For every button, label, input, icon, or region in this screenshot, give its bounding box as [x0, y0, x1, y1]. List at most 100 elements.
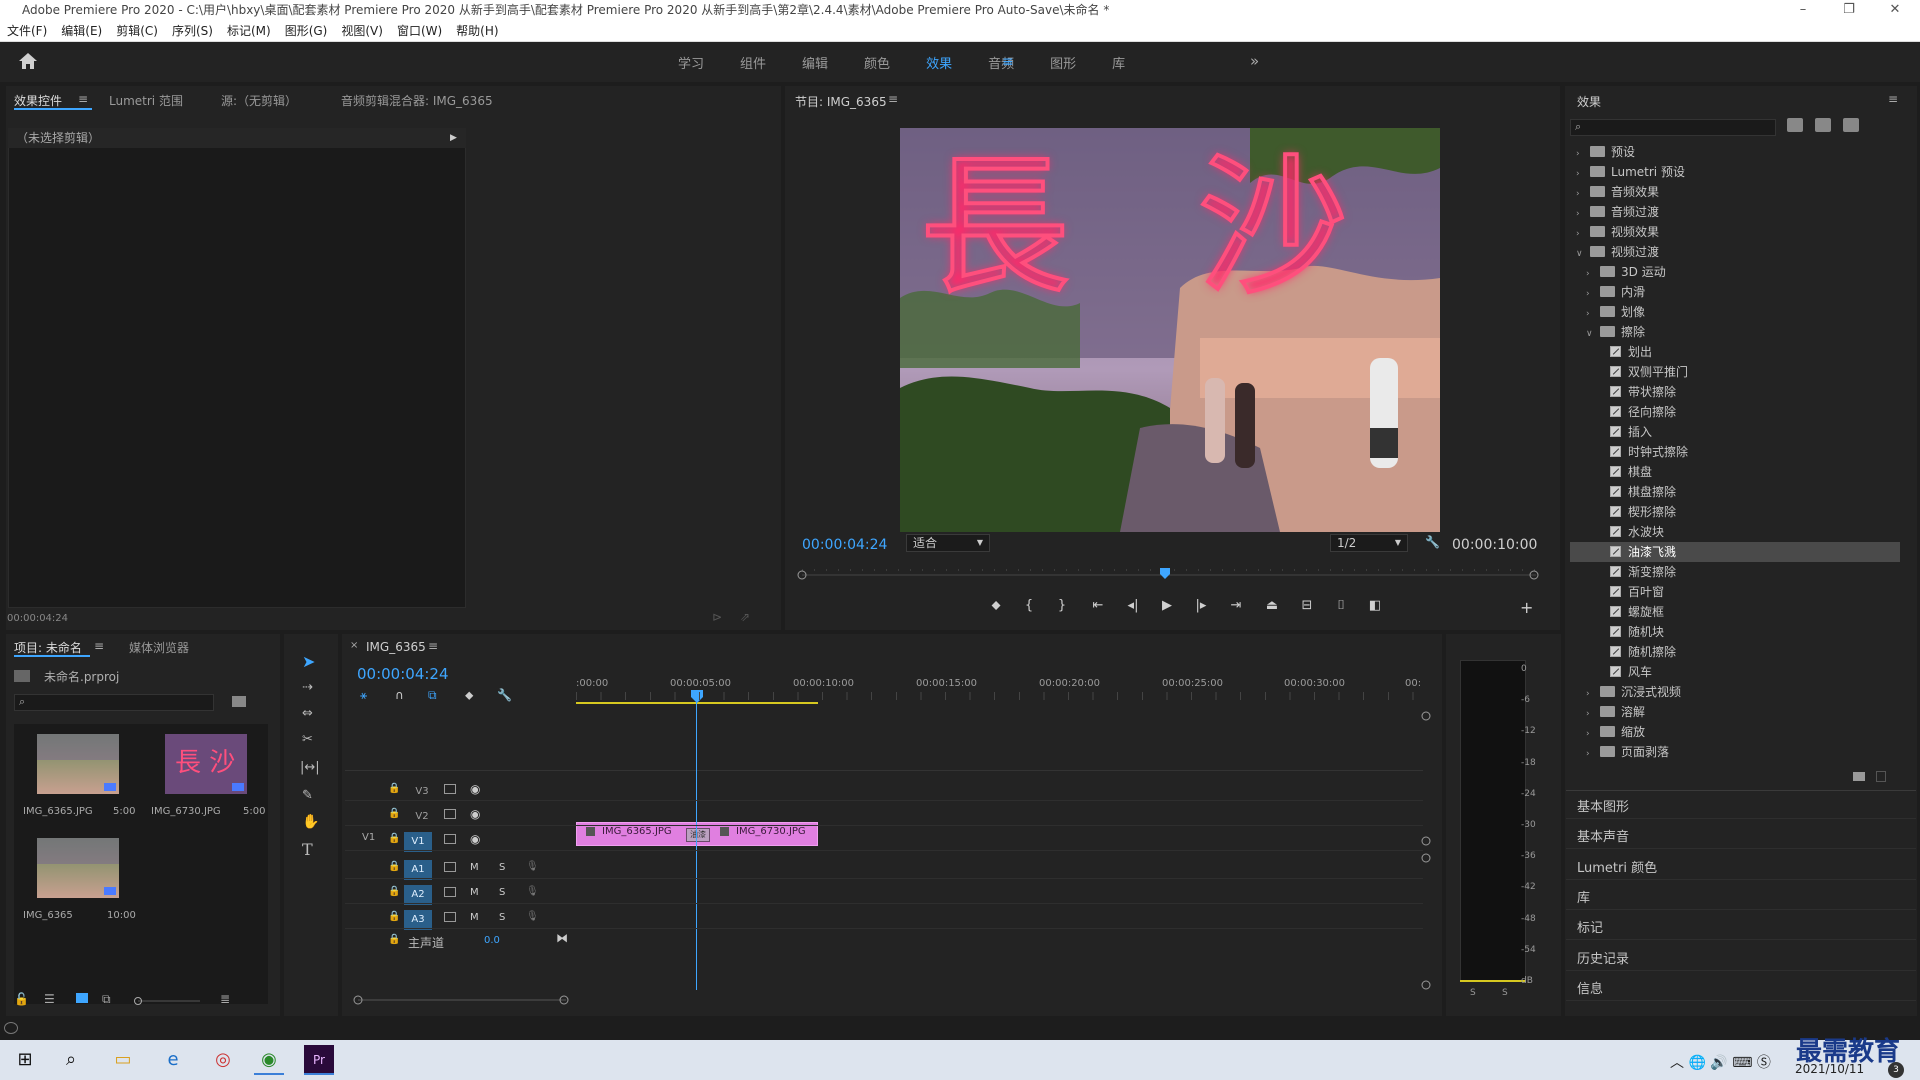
home-icon[interactable] — [18, 52, 38, 73]
type-tool-icon[interactable]: T — [302, 840, 313, 859]
workspace-tab[interactable]: 图形 — [1050, 53, 1076, 72]
tree-item[interactable]: › 预设 — [1570, 142, 1900, 162]
eye-icon[interactable]: ◉ — [470, 832, 480, 846]
project-menu-icon[interactable]: ≡ — [94, 639, 104, 653]
project-search-input[interactable]: ⌕ — [14, 694, 214, 711]
tab-effect-controls[interactable]: 效果控件 — [14, 92, 109, 109]
chevron-right-icon[interactable]: › — [1576, 164, 1586, 184]
timeline-timecode[interactable]: 00:00:04:24 — [357, 665, 449, 683]
clip-img-6365[interactable]: IMG_6365.JPG — [586, 826, 672, 837]
extract-icon[interactable]: ⊟ — [1290, 598, 1324, 613]
track-target[interactable]: A1 — [404, 860, 432, 880]
restore-icon[interactable]: ❐ — [1826, 0, 1872, 20]
menu-item[interactable]: 文件(F) — [7, 22, 47, 39]
tree-item[interactable]: › 页面剥落 — [1570, 742, 1900, 762]
tree-item[interactable]: ∨ 视频过渡 — [1570, 242, 1900, 262]
linked-selection-icon[interactable]: ⧉ — [428, 688, 437, 703]
program-menu-icon[interactable]: ≡ — [888, 92, 898, 106]
play-icon[interactable]: ▶ — [1150, 598, 1184, 613]
32bit-effects-icon[interactable] — [1815, 118, 1831, 132]
tree-item[interactable]: 时钟式擦除 — [1570, 442, 1900, 462]
file-explorer-icon[interactable]: ▭ — [108, 1045, 138, 1075]
tree-item[interactable]: ∨ 擦除 — [1570, 322, 1900, 342]
selection-tool-icon[interactable]: ➤ — [302, 652, 315, 671]
track-target[interactable]: V2 — [408, 807, 436, 827]
lock-icon[interactable]: 🔓 — [14, 992, 29, 1006]
track-target[interactable]: V1 — [404, 832, 432, 852]
tree-item[interactable]: 百叶窗 — [1570, 582, 1900, 602]
menu-item[interactable]: 序列(S) — [172, 22, 213, 39]
edge-icon[interactable]: e — [158, 1045, 188, 1075]
workspace-tab[interactable]: 库 — [1112, 53, 1125, 72]
chevron-down-icon[interactable]: ∨ — [1586, 324, 1596, 344]
chrome-icon[interactable]: ◉ — [254, 1045, 284, 1075]
chevron-right-icon[interactable]: › — [1576, 184, 1586, 204]
tree-item[interactable]: 渐变擦除 — [1570, 562, 1900, 582]
premiere-taskbar-icon[interactable]: Pr — [304, 1045, 334, 1075]
tree-item[interactable]: › Lumetri 预设 — [1570, 162, 1900, 182]
menu-item[interactable]: 标记(M) — [227, 22, 271, 39]
tree-item[interactable]: 风车 — [1570, 662, 1900, 682]
accelerated-effects-icon[interactable] — [1787, 118, 1803, 132]
step-back-icon[interactable]: ◂| — [1116, 598, 1150, 613]
hand-tool-icon[interactable]: ✋ — [302, 814, 319, 830]
close-icon[interactable]: ✕ — [1872, 0, 1918, 20]
tree-item[interactable]: › 沉浸式视频 — [1570, 682, 1900, 702]
fit-select[interactable]: 适合 ▼ — [906, 534, 990, 552]
tree-item[interactable]: 油漆飞溅 — [1570, 542, 1900, 562]
mute-button[interactable]: M — [470, 912, 479, 923]
tab-media-browser[interactable]: 媒体浏览器 — [129, 639, 189, 656]
thumbnail-sequence[interactable] — [37, 838, 119, 898]
lift-icon[interactable]: ⏏ — [1254, 598, 1290, 613]
transition-marker[interactable]: 油漆 — [686, 828, 710, 842]
eye-icon[interactable]: ◉ — [470, 807, 480, 821]
menu-item[interactable]: 图形(G) — [285, 22, 328, 39]
tree-item[interactable]: › 内滑 — [1570, 282, 1900, 302]
system-tray-icons[interactable]: ︿ 🌐 🔊 ⌨ Ⓢ — [1670, 1052, 1771, 1072]
ripple-edit-tool-icon[interactable]: ⇔ — [302, 706, 313, 721]
track-target[interactable]: V3 — [408, 782, 436, 802]
workspace-tab[interactable]: 颜色 — [864, 53, 890, 72]
tree-item[interactable]: 划出 — [1570, 342, 1900, 362]
lock-icon[interactable]: 🔒 — [388, 808, 400, 819]
step-forward-icon[interactable]: |▸ — [1184, 598, 1218, 613]
sort-icon[interactable]: ≣ — [220, 992, 230, 1006]
new-search-bin-icon[interactable] — [232, 696, 246, 707]
menu-item[interactable]: 编辑(E) — [61, 22, 102, 39]
tree-item[interactable]: 径向擦除 — [1570, 402, 1900, 422]
sync-lock-icon[interactable] — [444, 887, 456, 897]
effects-search-input[interactable]: ⌕ — [1570, 119, 1776, 136]
panel-section[interactable]: 库 — [1577, 887, 1907, 906]
tree-item[interactable]: › 缩放 — [1570, 722, 1900, 742]
mute-button[interactable]: M — [470, 862, 479, 873]
microphone-icon[interactable]: 🎙 — [526, 886, 539, 897]
lock-icon[interactable]: 🔒 — [388, 886, 400, 897]
track-target[interactable]: A2 — [404, 885, 432, 905]
chevron-right-icon[interactable]: › — [1586, 284, 1596, 304]
microphone-icon[interactable]: 🎙 — [526, 911, 539, 922]
lock-icon[interactable]: 🔒 — [388, 861, 400, 872]
end-icon[interactable]: ⧓ — [556, 931, 568, 945]
pen-tool-icon[interactable]: ✎ — [302, 788, 313, 803]
workspace-tab[interactable]: 组件 — [740, 53, 766, 72]
yuv-effects-icon[interactable] — [1843, 118, 1859, 132]
menu-item[interactable]: 帮助(H) — [456, 22, 498, 39]
track-target[interactable]: A3 — [404, 910, 432, 930]
add-marker-icon[interactable]: ⬥ — [978, 598, 1014, 613]
chevron-right-icon[interactable]: › — [1586, 264, 1596, 284]
add-button-icon[interactable]: + — [1520, 598, 1533, 617]
tree-item[interactable]: › 划像 — [1570, 302, 1900, 322]
chevron-right-icon[interactable]: › — [1586, 684, 1596, 704]
panel-section[interactable]: Lumetri 颜色 — [1577, 857, 1907, 876]
list-view-icon[interactable]: ☰ — [44, 992, 55, 1006]
chevron-right-icon[interactable]: › — [1576, 224, 1586, 244]
panel-section[interactable]: 标记 — [1577, 917, 1907, 936]
solo-right[interactable]: S — [1502, 988, 1508, 998]
notification-badge[interactable]: 3 — [1888, 1062, 1904, 1078]
tree-item[interactable]: 棋盘擦除 — [1570, 482, 1900, 502]
sync-lock-icon[interactable] — [444, 809, 456, 819]
slip-tool-icon[interactable]: |↔| — [300, 760, 320, 775]
tree-item[interactable]: › 视频效果 — [1570, 222, 1900, 242]
delete-icon[interactable] — [1876, 771, 1886, 782]
chevron-right-icon[interactable]: › — [1586, 744, 1596, 764]
